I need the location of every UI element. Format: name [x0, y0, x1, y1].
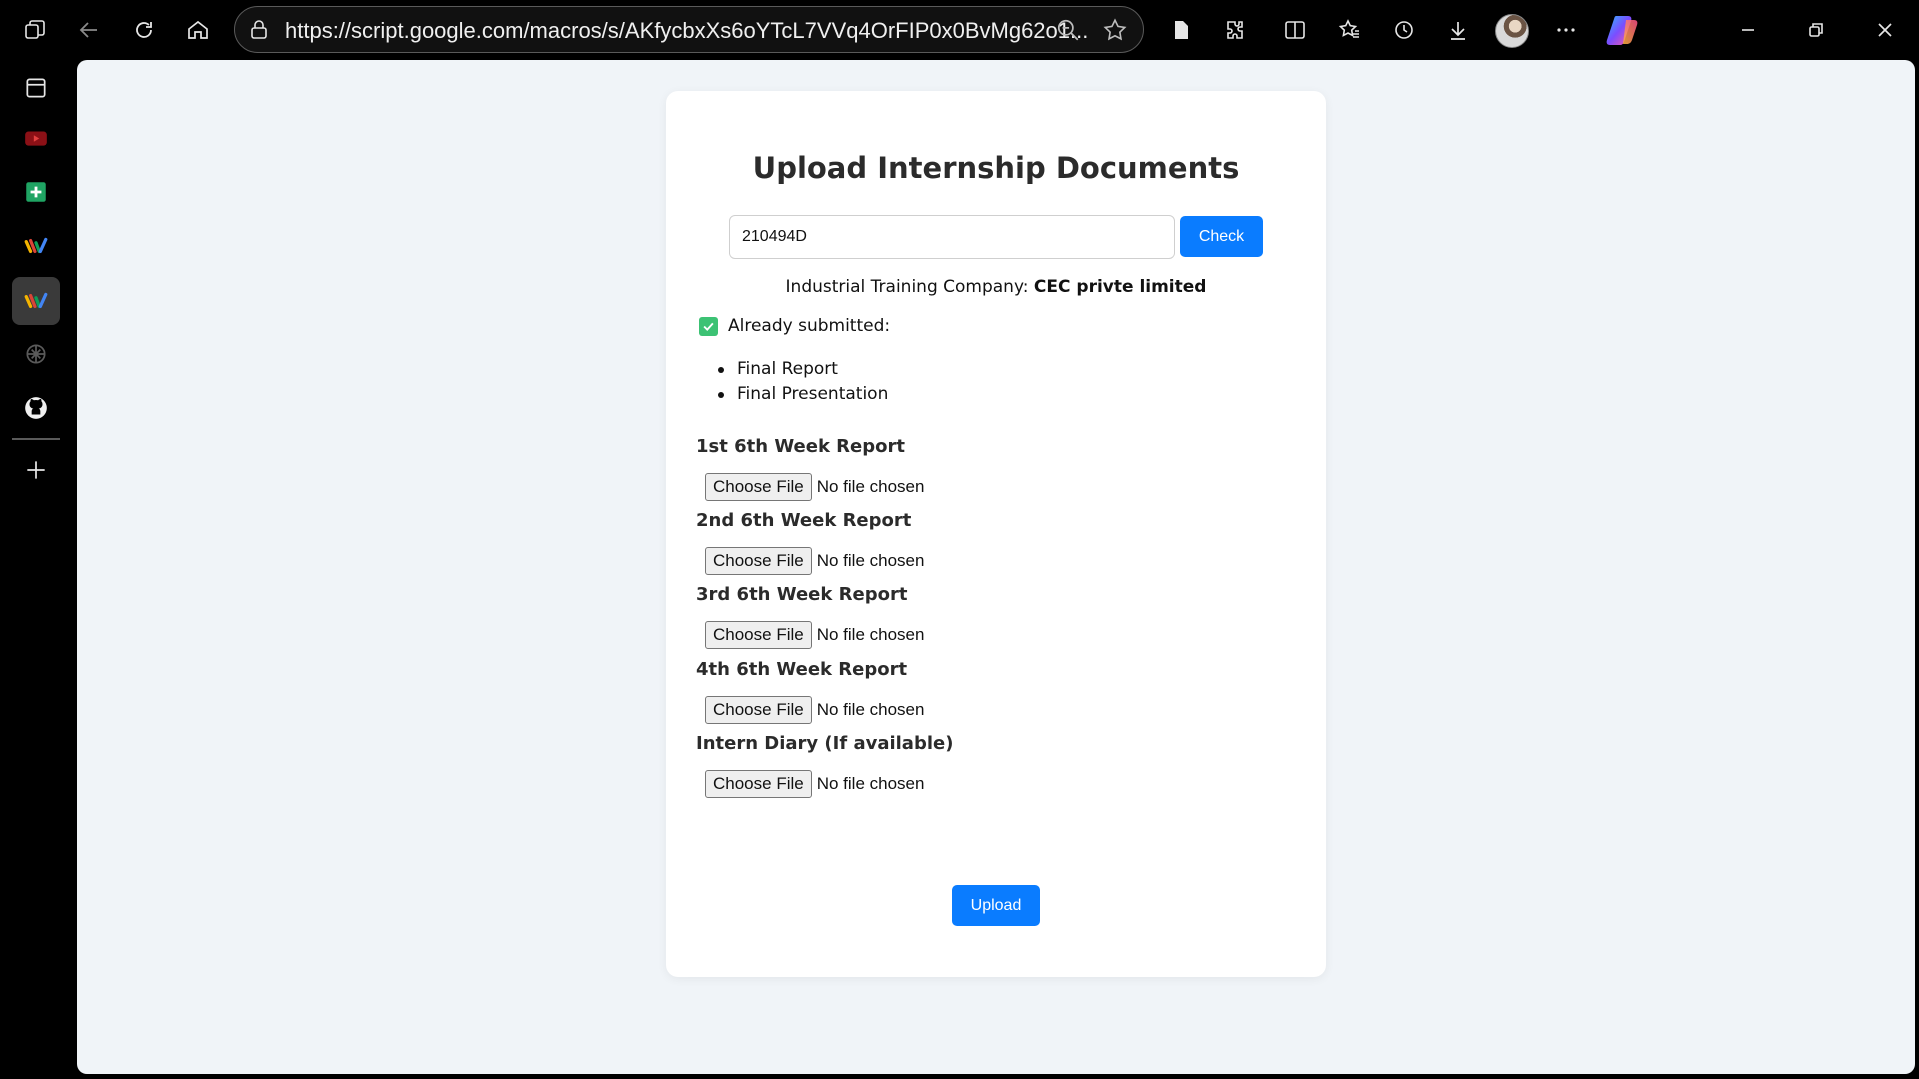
close-icon[interactable] [1869, 14, 1901, 46]
chatgpt-icon [26, 344, 46, 364]
reading-view-icon[interactable] [1165, 14, 1197, 46]
choose-file-button[interactable]: Choose File [705, 770, 812, 798]
sidebar-divider [12, 438, 60, 440]
section-label: Intern Diary (If available) [696, 733, 954, 754]
address-bar[interactable]: https://script.google.com/macros/s/AKfyc… [234, 6, 1144, 53]
upload-section-week4: 4th 6th Week Report Choose File No file … [696, 657, 1296, 724]
upload-section-week1: 1st 6th Week Report Choose File No file … [696, 434, 1296, 501]
sidebar-add[interactable] [12, 446, 60, 494]
file-status: No file chosen [816, 625, 925, 644]
browser-sidebar [0, 60, 72, 1079]
downloads-icon[interactable] [1442, 14, 1474, 46]
github-icon [25, 397, 47, 419]
list-item: Final Report [718, 357, 888, 382]
page-viewport: Upload Internship Documents Check Indust… [77, 60, 1915, 1074]
vertical-tabs-icon [26, 78, 46, 98]
choose-file-button[interactable]: Choose File [705, 696, 812, 724]
split-screen-icon[interactable] [1279, 14, 1311, 46]
file-input: Choose File No file chosen [705, 621, 1296, 649]
refresh-icon[interactable] [128, 14, 160, 46]
file-input: Choose File No file chosen [705, 770, 1296, 798]
company-label: Industrial Training Company: [785, 277, 1029, 297]
sidebar-chatgpt[interactable] [12, 330, 60, 378]
check-mark-icon [699, 316, 718, 336]
lock-icon[interactable] [247, 18, 271, 42]
section-label: 2nd 6th Week Report [696, 510, 912, 531]
sidebar-apps-script-1[interactable] [12, 222, 60, 270]
list-item: Final Presentation [718, 382, 888, 407]
section-label: 4th 6th Week Report [696, 659, 908, 680]
back-icon[interactable] [73, 14, 105, 46]
choose-file-button[interactable]: Choose File [705, 621, 812, 649]
browser-toolbar: https://script.google.com/macros/s/AKfyc… [0, 0, 1919, 60]
history-icon[interactable] [1388, 14, 1420, 46]
company-line: Industrial Training Company: CEC privte … [666, 277, 1326, 297]
section-label: 1st 6th Week Report [696, 436, 905, 457]
file-status: No file chosen [816, 477, 925, 496]
sidebar-sheets[interactable] [12, 168, 60, 216]
zoom-out-icon[interactable] [1055, 17, 1081, 43]
restore-icon[interactable] [1800, 14, 1832, 46]
file-status: No file chosen [816, 700, 925, 719]
sheets-icon [26, 182, 46, 202]
upload-form-card: Upload Internship Documents Check Indust… [666, 91, 1326, 977]
plus-icon [27, 461, 45, 479]
file-status: No file chosen [816, 774, 925, 793]
youtube-icon [25, 131, 47, 146]
upload-button[interactable]: Upload [952, 885, 1040, 926]
upload-section-diary: Intern Diary (If available) Choose File … [696, 731, 1296, 798]
copilot-icon[interactable] [1606, 14, 1640, 46]
choose-file-button[interactable]: Choose File [705, 547, 812, 575]
file-input: Choose File No file chosen [705, 547, 1296, 575]
more-options-icon[interactable] [1550, 14, 1582, 46]
page-title: Upload Internship Documents [752, 151, 1240, 185]
company-name: CEC privte limited [1033, 277, 1207, 297]
apps-script-icon [24, 237, 48, 254]
section-label: 3rd 6th Week Report [696, 584, 908, 605]
student-id-input[interactable] [729, 215, 1175, 259]
file-input: Choose File No file chosen [705, 696, 1296, 724]
sidebar-github[interactable] [12, 384, 60, 432]
upload-section-week2: 2nd 6th Week Report Choose File No file … [696, 508, 1296, 575]
sidebar-apps-script-2[interactable] [12, 277, 60, 325]
apps-script-icon [24, 292, 48, 309]
extensions-icon[interactable] [1219, 14, 1251, 46]
upload-section-week3: 3rd 6th Week Report Choose File No file … [696, 582, 1296, 649]
already-submitted-header: Already submitted: [699, 316, 890, 336]
minimize-icon[interactable] [1732, 14, 1764, 46]
already-submitted-label: Already submitted: [728, 316, 891, 336]
submitted-list: Final Report Final Presentation [718, 357, 888, 407]
url-text[interactable]: https://script.google.com/macros/s/AKfyc… [285, 18, 1088, 44]
file-status: No file chosen [816, 551, 925, 570]
file-input: Choose File No file chosen [705, 473, 1296, 501]
profile-avatar[interactable] [1495, 14, 1529, 48]
check-button[interactable]: Check [1180, 216, 1263, 257]
workspaces-icon[interactable] [19, 14, 51, 46]
choose-file-button[interactable]: Choose File [705, 473, 812, 501]
favorites-icon[interactable] [1334, 14, 1366, 46]
sidebar-tab-panel[interactable] [12, 64, 60, 112]
sidebar-youtube[interactable] [12, 114, 60, 162]
home-icon[interactable] [182, 14, 214, 46]
favorite-star-icon[interactable] [1102, 17, 1128, 43]
